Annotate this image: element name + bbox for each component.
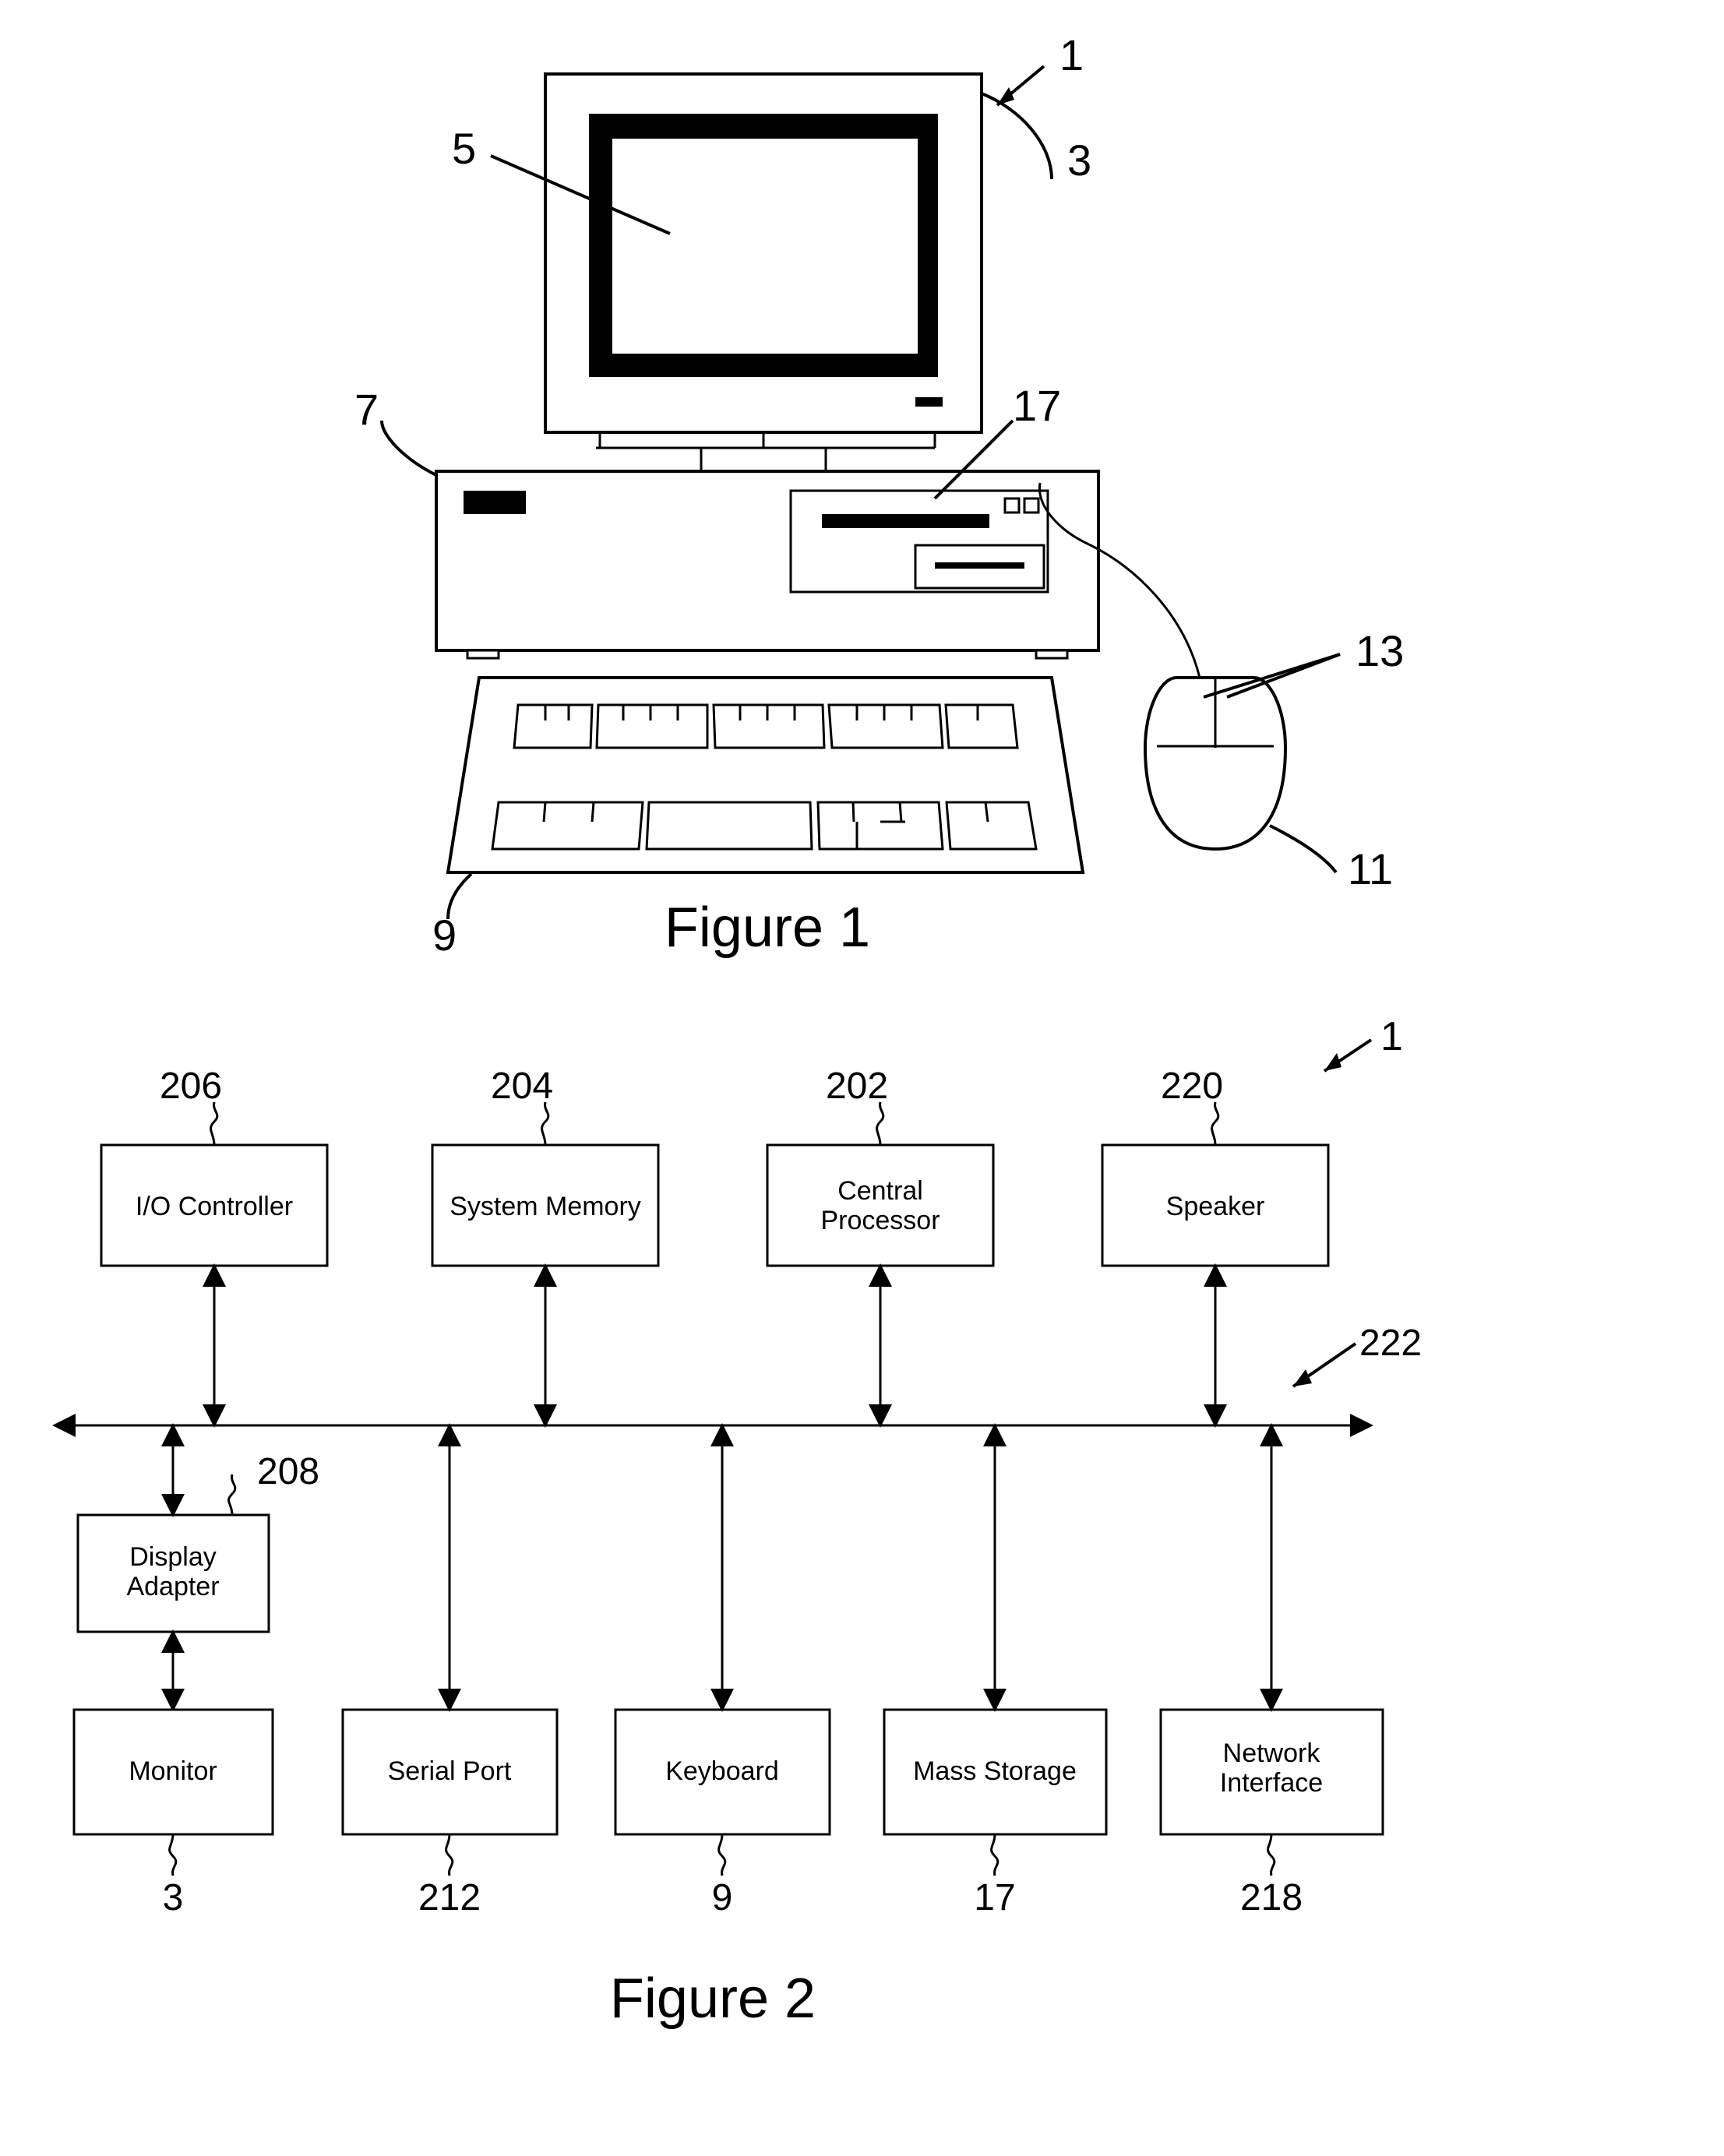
tower-icon [436, 471, 1098, 658]
svg-text:System Memory: System Memory [450, 1192, 641, 1221]
svg-text:Keyboard: Keyboard [665, 1756, 779, 1786]
svg-text:9: 9 [432, 911, 457, 960]
svg-text:CentralProcessor: CentralProcessor [820, 1176, 940, 1235]
ref-1-fig1: 1 [997, 30, 1084, 105]
svg-text:Speaker: Speaker [1166, 1192, 1265, 1221]
bus-connectors-top [214, 1266, 1215, 1425]
monitor-icon [545, 74, 982, 471]
ref-3-fig1: 3 [982, 93, 1091, 185]
ref-7-fig1: 7 [354, 385, 436, 475]
svg-text:13: 13 [1356, 626, 1404, 675]
svg-text:222: 222 [1359, 1323, 1422, 1364]
svg-text:Monitor: Monitor [129, 1756, 217, 1786]
svg-text:3: 3 [1067, 136, 1091, 185]
svg-text:218: 218 [1240, 1877, 1303, 1918]
block-speaker: Speaker 220 [1102, 1066, 1328, 1266]
page-container: 1 3 5 7 9 11 13 [0, 0, 1724, 2156]
svg-text:1: 1 [1380, 1014, 1403, 1059]
figure-2: I/O Controller 206 System Memory 204 Cen… [55, 1014, 1422, 2030]
svg-text:5: 5 [452, 124, 476, 173]
svg-text:7: 7 [354, 385, 379, 434]
block-mass-storage: Mass Storage 17 [884, 1425, 1106, 1918]
svg-text:17: 17 [1013, 381, 1061, 430]
ref-222: 222 [1293, 1323, 1422, 1386]
svg-text:I/O Controller: I/O Controller [136, 1192, 293, 1221]
svg-text:212: 212 [418, 1877, 481, 1918]
block-display-adapter: DisplayAdapter 208 [78, 1425, 319, 1710]
svg-text:DisplayAdapter: DisplayAdapter [126, 1542, 219, 1601]
block-serial-port: Serial Port 212 [343, 1425, 557, 1918]
block-io-controller: I/O Controller 206 [101, 1066, 327, 1266]
block-keyboard: Keyboard 9 [615, 1425, 830, 1918]
ref-11-fig1: 11 [1270, 826, 1393, 893]
ref-1-fig2: 1 [1324, 1014, 1403, 1071]
svg-text:11: 11 [1348, 844, 1393, 893]
svg-text:NetworkInterface: NetworkInterface [1220, 1739, 1323, 1798]
block-monitor: Monitor 3 [74, 1710, 273, 1918]
svg-text:3: 3 [163, 1877, 184, 1918]
svg-text:9: 9 [712, 1877, 733, 1918]
svg-text:Mass Storage: Mass Storage [913, 1756, 1077, 1786]
keyboard-icon [448, 678, 1083, 872]
svg-text:220: 220 [1161, 1066, 1223, 1107]
figure-1-caption: Figure 1 [665, 897, 870, 959]
figure-1: 1 3 5 7 9 11 13 [354, 30, 1404, 960]
block-network-interface: NetworkInterface 218 [1161, 1425, 1383, 1918]
diagram-canvas: 1 3 5 7 9 11 13 [0, 0, 1724, 2156]
ref-9-fig1: 9 [432, 874, 471, 960]
svg-text:1: 1 [1059, 30, 1084, 79]
svg-text:204: 204 [491, 1066, 553, 1107]
svg-text:Serial Port: Serial Port [388, 1756, 512, 1786]
mouse-icon [1039, 483, 1285, 849]
block-system-memory: System Memory 204 [432, 1066, 658, 1266]
svg-text:208: 208 [257, 1451, 319, 1492]
svg-text:206: 206 [160, 1066, 222, 1107]
svg-text:202: 202 [826, 1066, 888, 1107]
svg-text:17: 17 [974, 1877, 1015, 1918]
block-central-processor: CentralProcessor 202 [767, 1066, 993, 1266]
figure-2-caption: Figure 2 [610, 1968, 816, 2030]
ref-13-fig1: 13 [1204, 626, 1404, 697]
